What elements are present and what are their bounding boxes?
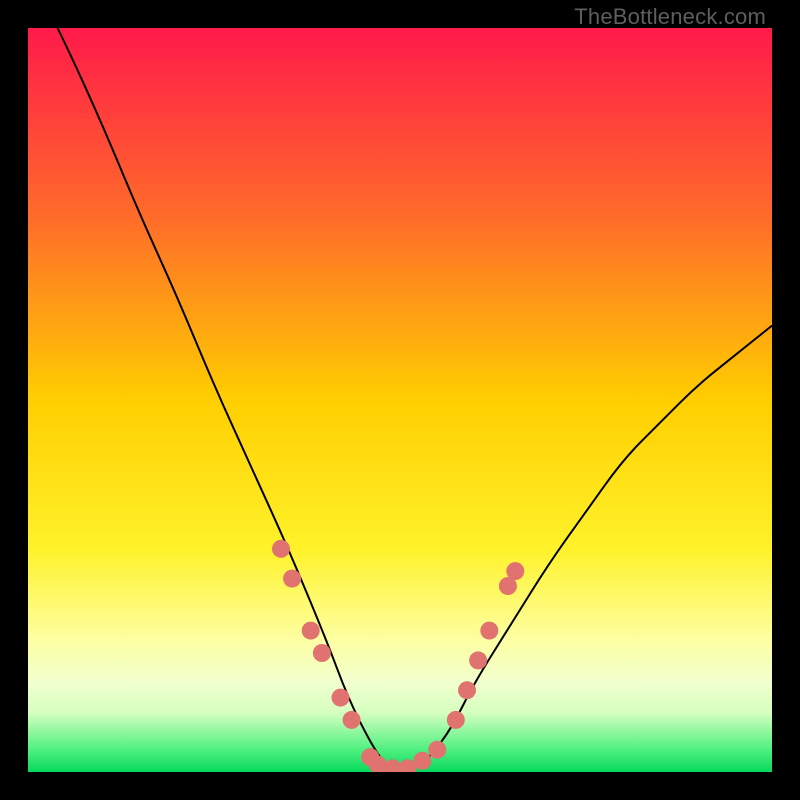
curve-marker	[343, 711, 361, 729]
curve-marker	[332, 689, 350, 707]
curve-marker	[458, 681, 476, 699]
curve-marker	[413, 752, 431, 770]
curve-marker	[428, 741, 446, 759]
curve-marker	[506, 562, 524, 580]
curve-marker	[447, 711, 465, 729]
curve-path	[28, 28, 772, 771]
curve-marker	[272, 540, 290, 558]
curve-marker	[480, 622, 498, 640]
watermark-text: TheBottleneck.com	[574, 4, 766, 30]
curve-marker	[283, 570, 301, 588]
curve-marker	[469, 651, 487, 669]
chart-frame: TheBottleneck.com	[0, 0, 800, 800]
curve-marker	[313, 644, 331, 662]
bottleneck-curve	[28, 28, 772, 772]
plot-area	[28, 28, 772, 772]
curve-marker	[302, 622, 320, 640]
